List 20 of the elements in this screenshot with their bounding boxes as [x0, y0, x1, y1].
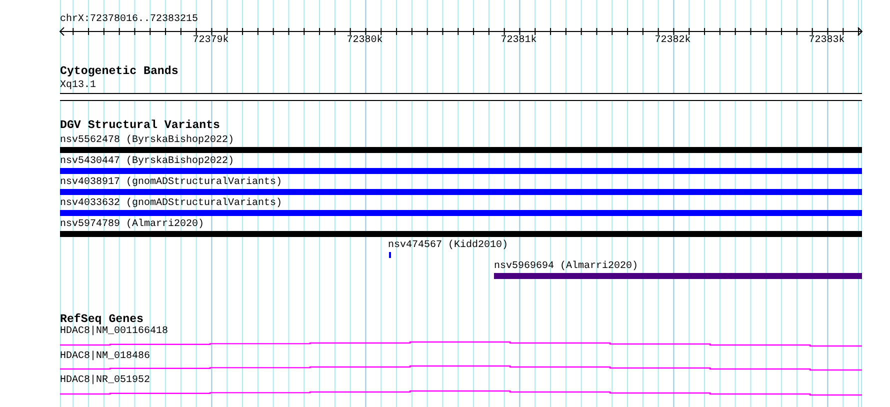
gene-label: HDAC8|NR_051952 [60, 375, 150, 387]
variant-label: nsv5430447 (ByrskaBishop2022) [60, 156, 234, 168]
variant-label: nsv5562478 (ByrskaBishop2022) [60, 135, 234, 147]
position-label: chrX:72378016..72383215 [60, 14, 198, 26]
track-title: RefSeq Genes [60, 314, 144, 326]
gene-label: HDAC8|NM_001166418 [60, 326, 168, 338]
variant-label: nsv4033632 (gnomADStructuralVariants) [60, 198, 282, 210]
variant-label: nsv4038917 (gnomADStructuralVariants) [60, 177, 282, 189]
band-label: Xq13.1 [60, 80, 96, 92]
position-label: 72379k [192, 35, 229, 47]
position-label: 72383k [808, 35, 845, 47]
variant-label: nsv5969694 (Almarri2020) [494, 261, 638, 273]
position-label: 72382k [654, 35, 691, 47]
gene-label: HDAC8|NM_018486 [60, 350, 150, 362]
track-title: DGV Structural Variants [60, 120, 220, 132]
variant-label: nsv474567 (Kidd2010) [388, 240, 508, 252]
position-label: 72380k [346, 35, 383, 47]
variant-label: nsv5974789 (Almarri2020) [60, 219, 204, 231]
position-label: 72381k [500, 35, 537, 47]
track-title: Cytogenetic Bands [60, 66, 178, 78]
